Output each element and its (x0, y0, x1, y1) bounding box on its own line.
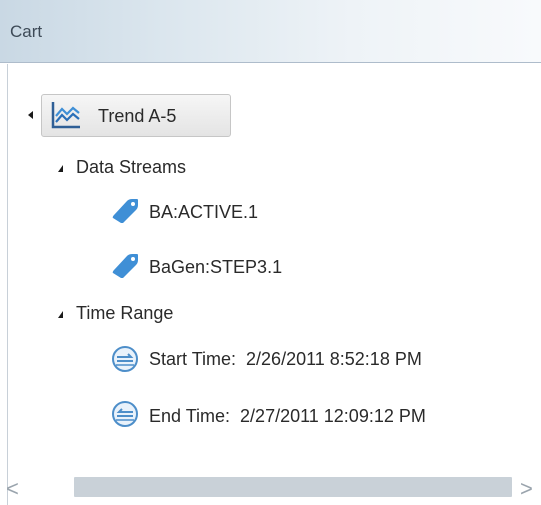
panel-header: Cart (0, 0, 541, 63)
time-range-label: Time Range (76, 303, 174, 323)
cart-panel: Cart Trend A-5 Data Streams BA:ACTIVE.1 … (0, 0, 541, 505)
panel-title: Cart (10, 22, 43, 41)
tree-item-data-streams[interactable]: Data Streams (58, 157, 186, 178)
tree-item-end-time[interactable]: End Time: 2/27/2011 12:09:12 PM (149, 406, 426, 427)
end-time-value: 2/27/2011 12:09:12 PM (240, 406, 426, 426)
tree-item-stream-1[interactable]: BA:ACTIVE.1 (149, 202, 258, 223)
stream-1-label: BA:ACTIVE.1 (149, 202, 259, 222)
tree-left-border (7, 64, 8, 505)
trend-chart-icon (51, 102, 80, 129)
tag-icon (112, 199, 138, 223)
stream-2-label: BaGen:STEP3.1 (149, 257, 283, 277)
root-expander-icon[interactable] (28, 111, 33, 119)
data-streams-expander-icon[interactable] (58, 165, 63, 172)
start-time-icon (112, 346, 138, 372)
tree-item-stream-2[interactable]: BaGen:STEP3.1 (149, 257, 282, 278)
horizontal-scrollbar-thumb[interactable] (74, 477, 512, 497)
scroll-right-icon[interactable]: > (520, 476, 533, 502)
end-time-label: End Time: (149, 406, 231, 426)
tree-root-label: Trend A-5 (98, 106, 177, 126)
scroll-left-icon[interactable]: < (6, 476, 19, 502)
time-range-expander-icon[interactable] (58, 311, 63, 318)
tag-icon (112, 254, 138, 278)
data-streams-label: Data Streams (76, 157, 187, 177)
start-time-label: Start Time: (149, 349, 237, 369)
tree-item-time-range[interactable]: Time Range (58, 303, 173, 324)
tree-item-start-time[interactable]: Start Time: 2/26/2011 8:52:18 PM (149, 349, 422, 370)
start-time-value: 2/26/2011 8:52:18 PM (246, 349, 422, 369)
end-time-icon (112, 401, 138, 427)
